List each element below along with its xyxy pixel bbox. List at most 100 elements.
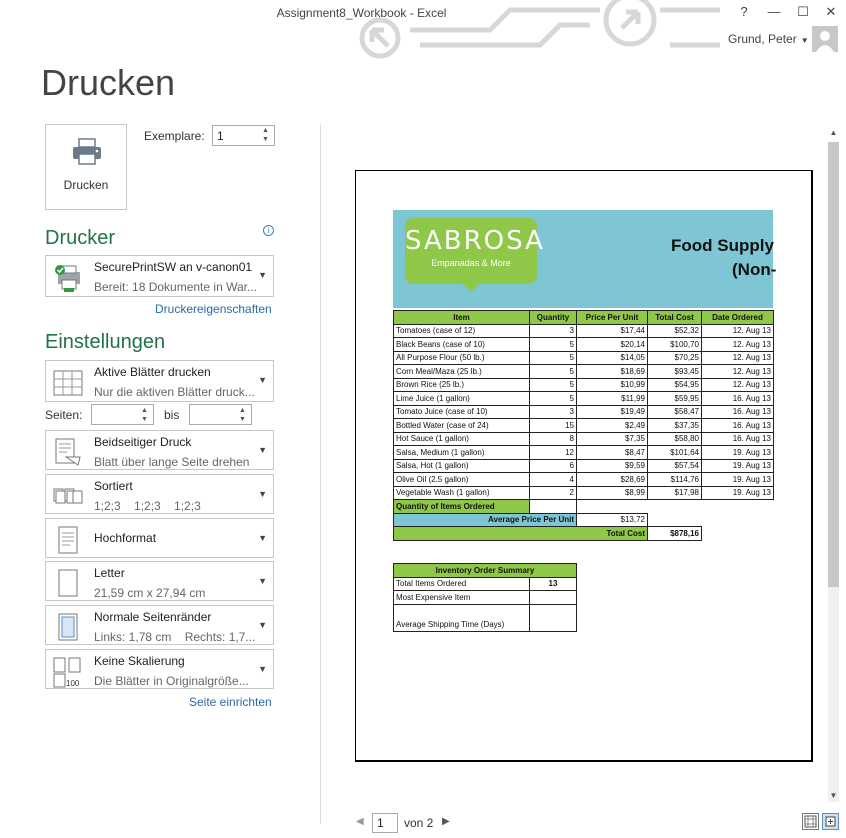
table-cell: $100,70 bbox=[647, 337, 702, 352]
summary-label: Average Shipping Time (Days) bbox=[393, 617, 530, 632]
orientation-dropdown[interactable]: Hochformat ▼ bbox=[45, 518, 274, 558]
column-header: Item bbox=[393, 310, 530, 325]
printer-properties-link[interactable]: Druckereigenschaften bbox=[155, 302, 272, 316]
print-what-dropdown[interactable]: Aktive Blätter drucken Nur die aktiven B… bbox=[45, 360, 274, 402]
scroll-up-icon[interactable]: ▲ bbox=[826, 126, 841, 140]
blank-cell bbox=[702, 500, 774, 514]
pages-to-input[interactable]: ▲ ▼ bbox=[189, 404, 252, 425]
chevron-down-icon: ▼ bbox=[258, 664, 267, 674]
scroll-down-icon[interactable]: ▼ bbox=[826, 789, 841, 803]
table-cell: 5 bbox=[529, 377, 577, 392]
table-cell: $10,99 bbox=[576, 377, 648, 392]
table-cell: $28,69 bbox=[576, 472, 648, 487]
table-row: Corn Meal/Maza (25 lb.) 5 $18,69 $93,45 12. … bbox=[393, 364, 774, 379]
pages-from-spinner[interactable]: ▲ ▼ bbox=[141, 406, 151, 424]
user-icon bbox=[816, 31, 834, 52]
margins-view-icon bbox=[804, 815, 817, 828]
table-cell: Salsa, Medium (1 gallon) bbox=[393, 445, 530, 460]
copies-spinner[interactable]: ▲ ▼ bbox=[262, 126, 272, 144]
table-cell: $54,95 bbox=[647, 377, 702, 392]
help-button[interactable]: ? bbox=[733, 4, 755, 19]
table-row: Tomatoes (case of 12) 3 $17,44 $52,32 12. Au… bbox=[393, 323, 774, 338]
duplex-desc: Blatt über lange Seite drehen bbox=[94, 455, 250, 469]
print-backstage: Assignment8_Workbook - Excel ? — ☐ ✕ Gru… bbox=[0, 0, 846, 838]
printer-name: SecurePrintSW an v-canon01 bbox=[94, 260, 253, 274]
scroll-thumb[interactable] bbox=[828, 142, 839, 587]
summary-value bbox=[529, 590, 577, 605]
table-row: Vegetable Wash (1 gallon) 2 $8,99 $17,98 19.… bbox=[393, 485, 774, 500]
avg-price-value: $13,72 bbox=[576, 512, 648, 527]
summary-value bbox=[529, 617, 577, 632]
copies-input[interactable]: 1 ▲ ▼ bbox=[212, 125, 275, 146]
table-cell: 19. Aug 13 bbox=[701, 458, 774, 473]
table-cell: $8,99 bbox=[576, 485, 648, 500]
paper-size-dropdown[interactable]: Letter 21,59 cm x 27,94 cm ▼ bbox=[45, 561, 274, 601]
table-header-row: Item Quantity Price Per Unit Total Cost Date… bbox=[393, 310, 774, 325]
zoom-to-page-button[interactable] bbox=[822, 813, 839, 830]
print-button[interactable]: Drucken bbox=[45, 124, 127, 210]
page-title: Drucken bbox=[41, 62, 176, 103]
next-page-icon[interactable]: ▶ bbox=[442, 816, 450, 827]
scaling-desc: Die Blätter in Originalgröße... bbox=[94, 674, 249, 688]
table-cell: $93,45 bbox=[647, 364, 702, 379]
spin-down-icon[interactable]: ▼ bbox=[239, 415, 249, 424]
table-cell: 12. Aug 13 bbox=[701, 350, 774, 365]
printer-dropdown[interactable]: SecurePrintSW an v-canon01 Bereit: 18 Do… bbox=[45, 255, 274, 297]
blank-cell bbox=[648, 513, 702, 527]
blank-cell bbox=[702, 513, 774, 527]
show-margins-button[interactable] bbox=[802, 813, 819, 830]
table-cell: Bottled Water (case of 24) bbox=[393, 418, 530, 433]
scaling-dropdown[interactable]: 100 Keine Skalierung Die Blätter in Orig… bbox=[45, 649, 274, 689]
minimize-button[interactable]: — bbox=[763, 4, 785, 19]
spin-up-icon[interactable]: ▲ bbox=[141, 406, 151, 415]
spin-up-icon[interactable]: ▲ bbox=[262, 126, 272, 135]
prev-page-icon[interactable]: ◀ bbox=[356, 816, 364, 827]
collate-icon bbox=[53, 488, 83, 504]
table-cell: 5 bbox=[529, 364, 577, 379]
duplex-title: Beidseitiger Druck bbox=[94, 435, 192, 449]
collate-dropdown[interactable]: Sortiert 1;2;3 1;2;3 1;2;3 ▼ bbox=[45, 474, 274, 514]
table-cell: $57,54 bbox=[647, 458, 702, 473]
table-cell: 12. Aug 13 bbox=[701, 323, 774, 338]
column-header: Total Cost bbox=[647, 310, 702, 325]
table-cell: 3 bbox=[529, 404, 577, 419]
avatar[interactable] bbox=[812, 26, 838, 52]
table-cell: All Purpose Flour (50 lb.) bbox=[393, 350, 530, 365]
pages-to-spinner[interactable]: ▲ ▼ bbox=[239, 406, 249, 424]
table-cell: Vegetable Wash (1 gallon) bbox=[393, 485, 530, 500]
table-cell: 19. Aug 13 bbox=[701, 485, 774, 500]
table-cell: Brown Rice (25 lb.) bbox=[393, 377, 530, 392]
summary-row: Most Expensive Item bbox=[393, 590, 577, 605]
table-cell: $7,35 bbox=[576, 431, 648, 446]
printer-status: Bereit: 18 Dokumente in War... bbox=[94, 280, 257, 294]
duplex-dropdown[interactable]: Beidseitiger Druck Blatt über lange Seit… bbox=[45, 430, 274, 470]
spin-up-icon[interactable]: ▲ bbox=[239, 406, 249, 415]
table-cell: Lime Juice (1 gallon) bbox=[393, 391, 530, 406]
table-cell: $58,47 bbox=[647, 404, 702, 419]
info-icon[interactable]: i bbox=[263, 225, 274, 236]
copies-value: 1 bbox=[217, 129, 224, 143]
duplex-icon bbox=[55, 438, 81, 466]
page-number-input[interactable]: 1 bbox=[372, 813, 398, 833]
close-button[interactable]: ✕ bbox=[820, 4, 842, 20]
sheet-header-band: SABROSA Empanadas & More Food Supply (No… bbox=[393, 210, 776, 308]
summary-row: Average Shipping Time (Days) bbox=[393, 617, 577, 632]
margins-dropdown[interactable]: Normale Seitenränder Links: 1,78 cm Rech… bbox=[45, 605, 274, 645]
preview-scrollbar[interactable]: ▲ ▼ bbox=[826, 124, 841, 806]
table-cell: $2,49 bbox=[576, 418, 648, 433]
maximize-button[interactable]: ☐ bbox=[792, 4, 814, 20]
avg-price-label: Average Price Per Unit bbox=[393, 512, 577, 527]
table-cell: $37,35 bbox=[647, 418, 702, 433]
page-setup-link[interactable]: Seite einrichten bbox=[189, 695, 272, 709]
table-cell: $59,95 bbox=[647, 391, 702, 406]
table-cell: 2 bbox=[529, 485, 577, 500]
user-account[interactable]: Grund, Peter ▼ bbox=[728, 32, 809, 46]
collate-desc: 1;2;3 1;2;3 1;2;3 bbox=[94, 499, 201, 513]
spin-down-icon[interactable]: ▼ bbox=[141, 415, 151, 424]
pages-from-input[interactable]: ▲ ▼ bbox=[91, 404, 154, 425]
logo-name: SABROSA bbox=[405, 226, 545, 256]
logo-tail bbox=[463, 284, 479, 292]
spin-down-icon[interactable]: ▼ bbox=[262, 135, 272, 144]
pages-label: Seiten: bbox=[45, 408, 83, 422]
table-cell: 19. Aug 13 bbox=[701, 472, 774, 487]
